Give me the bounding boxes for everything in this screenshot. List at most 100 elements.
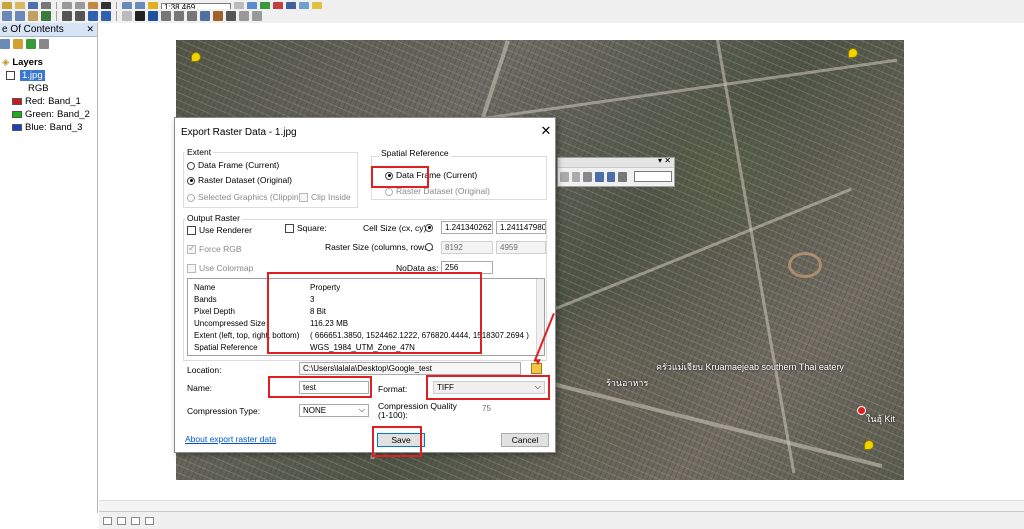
map-pin-icon[interactable] bbox=[864, 440, 874, 450]
option-label: Selected Graphics (Clipping) bbox=[198, 192, 307, 202]
fixed-zoom-out-icon[interactable] bbox=[75, 11, 85, 21]
map-pin-icon[interactable] bbox=[848, 48, 858, 58]
force-rgb-checkbox[interactable] bbox=[187, 243, 196, 255]
refresh-icon[interactable] bbox=[131, 516, 140, 525]
fixed-zoom-in-icon[interactable] bbox=[62, 11, 72, 21]
extent-raster-dataset-radio[interactable] bbox=[187, 176, 195, 185]
forward-extent-icon[interactable] bbox=[101, 11, 111, 21]
clip-inside-option[interactable]: Clip Inside bbox=[299, 192, 351, 203]
save-button[interactable]: Save bbox=[377, 433, 425, 447]
use-colormap-checkbox[interactable] bbox=[187, 264, 196, 274]
edit-tool-icon[interactable] bbox=[560, 171, 569, 182]
view-switch-bar bbox=[99, 511, 1024, 529]
toc-title-bar: e Of Contents ✕ bbox=[0, 23, 97, 37]
grid-icon[interactable] bbox=[606, 171, 616, 182]
properties-list[interactable]: Name Property Bands 3 Pixel Depth 8 Bit Unc… bbox=[187, 278, 545, 356]
floating-toolbar-input[interactable] bbox=[633, 171, 672, 182]
raster-columns-input[interactable]: 8192 bbox=[441, 241, 493, 254]
sr-raster-dataset-option[interactable]: Raster Dataset (Original) bbox=[385, 186, 490, 196]
option-label: Clip Inside bbox=[311, 192, 351, 202]
use-renderer-checkbox[interactable] bbox=[187, 226, 196, 236]
layer-name[interactable]: 1.jpg bbox=[20, 70, 45, 81]
format-select[interactable]: TIFF bbox=[433, 381, 545, 394]
extent-raster-dataset-option[interactable]: Raster Dataset (Original) bbox=[187, 175, 292, 185]
extent-group-label: Extent bbox=[185, 147, 214, 157]
zoom-out-icon[interactable] bbox=[15, 11, 25, 21]
force-rgb-option[interactable]: Force RGB bbox=[187, 243, 242, 255]
close-icon[interactable]: ✕ bbox=[86, 23, 94, 36]
floating-toolbar-titlebar[interactable]: ▾ ✕ bbox=[558, 156, 674, 168]
time-slider-icon[interactable] bbox=[239, 11, 249, 21]
compression-quality-input[interactable]: 75 bbox=[479, 403, 545, 416]
layout-view-icon[interactable] bbox=[117, 516, 126, 525]
name-input[interactable]: test bbox=[299, 381, 369, 394]
cell-size-y-input[interactable]: 1.24114798081 bbox=[496, 221, 546, 234]
property-row: Bands 3 bbox=[194, 295, 314, 304]
about-export-link[interactable]: About export raster data bbox=[185, 434, 276, 444]
map-pin-icon[interactable] bbox=[191, 52, 201, 62]
select-features-icon[interactable] bbox=[122, 11, 132, 21]
select-elements-icon[interactable] bbox=[135, 11, 145, 21]
html-popup-icon[interactable] bbox=[174, 11, 184, 21]
sketch-tool-icon[interactable] bbox=[571, 171, 581, 182]
option-label: Raster Dataset (Original) bbox=[396, 186, 491, 196]
attributes-icon[interactable] bbox=[583, 171, 592, 182]
option-label: Data Frame (Current) bbox=[396, 170, 478, 180]
nodata-label: NoData as: bbox=[396, 263, 439, 273]
compression-type-select[interactable]: NONE bbox=[299, 404, 369, 417]
clip-inside-checkbox[interactable] bbox=[299, 193, 308, 203]
list-by-drawing-order-icon[interactable] bbox=[0, 39, 10, 49]
raster-size-radio[interactable] bbox=[425, 242, 433, 251]
use-renderer-option[interactable]: Use Renderer bbox=[187, 225, 252, 236]
list-by-source-icon[interactable] bbox=[13, 39, 23, 49]
cell-size-label: Cell Size (cx, cy): bbox=[363, 223, 429, 233]
layers-icon: ◈ bbox=[2, 57, 10, 68]
measure-icon[interactable] bbox=[187, 11, 197, 21]
nodata-input[interactable]: 256 bbox=[441, 261, 493, 274]
layer-visibility-checkbox[interactable] bbox=[6, 71, 15, 80]
stadium bbox=[788, 252, 822, 278]
red-swatch bbox=[12, 98, 22, 105]
sr-data-frame-radio[interactable] bbox=[385, 171, 393, 180]
identify-icon[interactable] bbox=[148, 11, 158, 21]
zoom-in-icon[interactable] bbox=[2, 11, 12, 21]
toc-layers-root[interactable]: ◈ Layers bbox=[2, 57, 43, 68]
map-horizontal-scrollbar[interactable] bbox=[99, 500, 1024, 511]
find-route-icon[interactable] bbox=[213, 11, 223, 21]
toc-layer-row[interactable]: 1.jpg bbox=[6, 70, 45, 81]
location-input[interactable]: C:\Users\lalala\Desktop\Google_test bbox=[299, 362, 521, 375]
find-icon[interactable] bbox=[200, 11, 210, 21]
raster-size-radio-wrap[interactable] bbox=[425, 241, 436, 251]
sr-raster-dataset-radio[interactable] bbox=[385, 187, 393, 196]
name-label: Name: bbox=[187, 383, 213, 393]
go-to-xy-icon[interactable] bbox=[226, 11, 236, 21]
cell-size-radio-wrap[interactable] bbox=[425, 222, 436, 232]
data-view-icon[interactable] bbox=[103, 516, 112, 525]
extent-selected-graphics-radio[interactable] bbox=[187, 193, 195, 202]
full-extent-icon[interactable] bbox=[41, 11, 51, 21]
poi-marker-icon[interactable] bbox=[857, 406, 866, 415]
raster-rows-input[interactable]: 4959 bbox=[496, 241, 546, 254]
list-by-selection-icon[interactable] bbox=[39, 39, 49, 49]
rotate-icon[interactable] bbox=[618, 171, 627, 182]
extent-data-frame-radio[interactable] bbox=[187, 161, 195, 170]
back-extent-icon[interactable] bbox=[88, 11, 98, 21]
viewer-window-icon[interactable] bbox=[252, 11, 262, 21]
extent-selected-graphics-option[interactable]: Selected Graphics (Clipping) bbox=[187, 192, 306, 202]
cell-size-x-input[interactable]: 1.24134026291 bbox=[441, 221, 493, 234]
table-icon[interactable] bbox=[594, 171, 604, 182]
use-colormap-option[interactable]: Use Colormap bbox=[187, 263, 253, 274]
extent-data-frame-option[interactable]: Data Frame (Current) bbox=[187, 160, 279, 170]
square-option[interactable]: Square: bbox=[285, 223, 327, 234]
close-icon[interactable]: ✕ bbox=[539, 123, 553, 139]
close-icon[interactable]: ▾ ✕ bbox=[658, 156, 671, 165]
map-label: ในฮุ้ Kit bbox=[866, 414, 896, 424]
list-by-visibility-icon[interactable] bbox=[26, 39, 36, 49]
square-checkbox[interactable] bbox=[285, 224, 294, 234]
cancel-button[interactable]: Cancel bbox=[501, 433, 549, 447]
sr-data-frame-option[interactable]: Data Frame (Current) bbox=[385, 170, 477, 180]
pan-icon[interactable] bbox=[28, 11, 38, 21]
hyperlink-icon[interactable] bbox=[161, 11, 171, 21]
pause-drawing-icon[interactable] bbox=[145, 516, 154, 525]
cell-size-radio[interactable] bbox=[425, 223, 433, 232]
